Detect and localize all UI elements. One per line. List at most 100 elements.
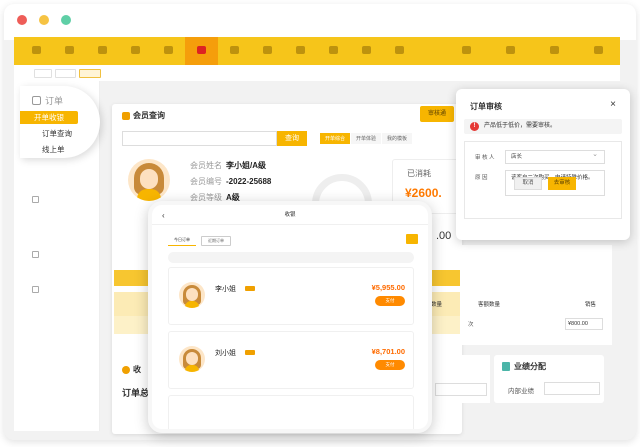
payment-icon bbox=[122, 365, 130, 374]
breadcrumb-tab[interactable] bbox=[34, 68, 52, 78]
payment-section-title: 收 bbox=[122, 364, 141, 375]
order-card[interactable] bbox=[168, 395, 414, 429]
performance-label: 业绩分配 bbox=[514, 362, 546, 371]
member-id-label: 会员编号 bbox=[190, 177, 222, 186]
nav-item-9[interactable] bbox=[284, 46, 317, 56]
nav-icon bbox=[131, 46, 140, 54]
sidebar-group-orders[interactable]: 订单 bbox=[32, 94, 63, 107]
tab-experience[interactable]: 开单体验 bbox=[351, 133, 382, 144]
nav-item-7[interactable] bbox=[218, 46, 251, 56]
dialog-title: 订单审核 bbox=[470, 102, 502, 111]
order-amount: ¥8,701.00 bbox=[371, 347, 405, 356]
sidebar-magnifier: 订单 开单收银 订单查询 线上单 bbox=[20, 86, 100, 158]
nav-item-r4[interactable] bbox=[576, 46, 620, 56]
nav-item-r1[interactable] bbox=[444, 46, 488, 56]
nav-item-11[interactable] bbox=[350, 46, 383, 56]
order-id bbox=[175, 271, 176, 275]
nav-item-r2[interactable] bbox=[488, 46, 532, 56]
member-query-label: 会员查询 bbox=[133, 111, 165, 120]
cancel-button[interactable]: 取消 bbox=[514, 177, 542, 190]
tab-template[interactable]: 我的模板 bbox=[382, 133, 413, 144]
row-unit: 次 bbox=[468, 322, 474, 328]
nav-icon bbox=[296, 46, 305, 54]
staff-select[interactable] bbox=[544, 382, 600, 395]
auditor-select[interactable]: 店长 bbox=[505, 149, 605, 164]
scan-icon[interactable] bbox=[406, 234, 418, 244]
order-card[interactable]: 李小姐 ¥5,955.00 支付 bbox=[168, 267, 414, 325]
sidebar-item[interactable] bbox=[40, 267, 41, 272]
member-id-value: -2022-25688 bbox=[226, 177, 272, 186]
order-icon bbox=[197, 46, 206, 54]
member-avatar bbox=[128, 159, 170, 201]
pay-button[interactable]: 支付 bbox=[375, 360, 405, 370]
sidebar-item[interactable] bbox=[40, 303, 41, 308]
customer-phone bbox=[215, 294, 216, 298]
breadcrumb bbox=[14, 65, 620, 81]
review-button[interactable]: 审核通 bbox=[420, 106, 454, 122]
sidebar-item-order-query[interactable]: 订单查询 bbox=[20, 127, 78, 140]
tablet-header: 收银 bbox=[152, 205, 428, 225]
nav-item-12[interactable] bbox=[383, 46, 416, 56]
member-tabs: 开单综合 开单体验 我的模板 bbox=[320, 133, 413, 144]
price-input[interactable]: ¥800.00 bbox=[565, 318, 603, 330]
nav-item-orders[interactable] bbox=[185, 37, 218, 65]
tablet-title: 收银 bbox=[284, 212, 296, 218]
nav-item-home[interactable] bbox=[20, 46, 53, 56]
group-icon bbox=[32, 196, 39, 203]
member-search-input[interactable] bbox=[122, 131, 277, 146]
maximize-dot-icon[interactable] bbox=[61, 15, 71, 25]
sidebar-item[interactable] bbox=[40, 239, 41, 244]
sidebar-item[interactable] bbox=[40, 211, 41, 216]
nav-icon bbox=[65, 46, 74, 54]
sidebar-group[interactable] bbox=[32, 251, 45, 258]
nav-item-10[interactable] bbox=[317, 46, 350, 56]
warning-text: 产品低于低价，需要审核。 bbox=[484, 123, 557, 129]
sidebar-item[interactable] bbox=[40, 225, 41, 230]
sidebar-group[interactable] bbox=[32, 286, 45, 293]
member-name-value: 李小姐/A级 bbox=[226, 161, 266, 170]
payment-method-select[interactable] bbox=[435, 383, 487, 396]
sidebar-item-checkout[interactable]: 开单收银 bbox=[20, 111, 78, 124]
tablet-cashier: 收银 ‹ 今日订单 近期订单 李小姐 ¥5,955.00 支付 刘小姐 ¥8,7… bbox=[148, 201, 432, 433]
member-id-row: 会员编号 -2022-25688 bbox=[190, 176, 271, 187]
nav-item-r3[interactable] bbox=[532, 46, 576, 56]
title-bar bbox=[4, 4, 636, 40]
tab-combined[interactable]: 开单综合 bbox=[320, 133, 351, 144]
order-card[interactable]: 刘小姐 ¥8,701.00 支付 bbox=[168, 331, 414, 389]
tablet-search-input[interactable] bbox=[168, 252, 414, 263]
close-icon[interactable]: × bbox=[610, 99, 616, 110]
sidebar-group[interactable] bbox=[32, 196, 45, 203]
review-form: 审 核 人 店长 原 因 该客户二次购买，申请特殊价格。 bbox=[464, 141, 622, 219]
search-button[interactable]: 查询 bbox=[277, 131, 307, 146]
minimize-dot-icon[interactable] bbox=[39, 15, 49, 25]
nav-item-5[interactable] bbox=[152, 46, 185, 56]
order-review-dialog: 订单审核 × ! 产品低于低价，需要审核。 审 核 人 店长 原 因 该客户二次… bbox=[456, 89, 630, 240]
group-icon bbox=[32, 251, 39, 258]
order-id bbox=[175, 399, 176, 403]
close-dot-icon[interactable] bbox=[17, 15, 27, 25]
submit-review-button[interactable]: 去审核 bbox=[548, 177, 576, 190]
nav-icon bbox=[395, 46, 404, 54]
nav-item-2[interactable] bbox=[53, 46, 86, 56]
nav-item-4[interactable] bbox=[119, 46, 152, 56]
sidebar-item-online[interactable]: 线上单 bbox=[20, 143, 78, 156]
tab-today-orders[interactable]: 今日订单 bbox=[168, 236, 196, 246]
member-query-title: 会员查询 bbox=[122, 110, 165, 121]
tab-recent-orders[interactable]: 近期订单 bbox=[201, 236, 231, 246]
pay-button[interactable]: 支付 bbox=[375, 296, 405, 306]
member-badge bbox=[245, 286, 255, 291]
alert-icon: ! bbox=[470, 122, 479, 131]
breadcrumb-tab-active[interactable] bbox=[79, 68, 101, 78]
customer-avatar bbox=[179, 282, 205, 308]
nav-item-3[interactable] bbox=[86, 46, 119, 56]
breadcrumb-tab[interactable] bbox=[54, 68, 77, 78]
back-icon[interactable]: ‹ bbox=[162, 211, 165, 220]
home-icon bbox=[32, 46, 41, 54]
auditor-label: 审 核 人 bbox=[475, 155, 495, 161]
member-name-row: 会员姓名 李小姐/A级 bbox=[190, 160, 266, 171]
nav-item-8[interactable] bbox=[251, 46, 284, 56]
column-header: 客额数量 bbox=[478, 302, 501, 308]
balance-value: .00 bbox=[436, 230, 452, 242]
reason-label: 原 因 bbox=[475, 175, 488, 181]
warning-banner: ! 产品低于低价，需要审核。 bbox=[464, 119, 622, 134]
